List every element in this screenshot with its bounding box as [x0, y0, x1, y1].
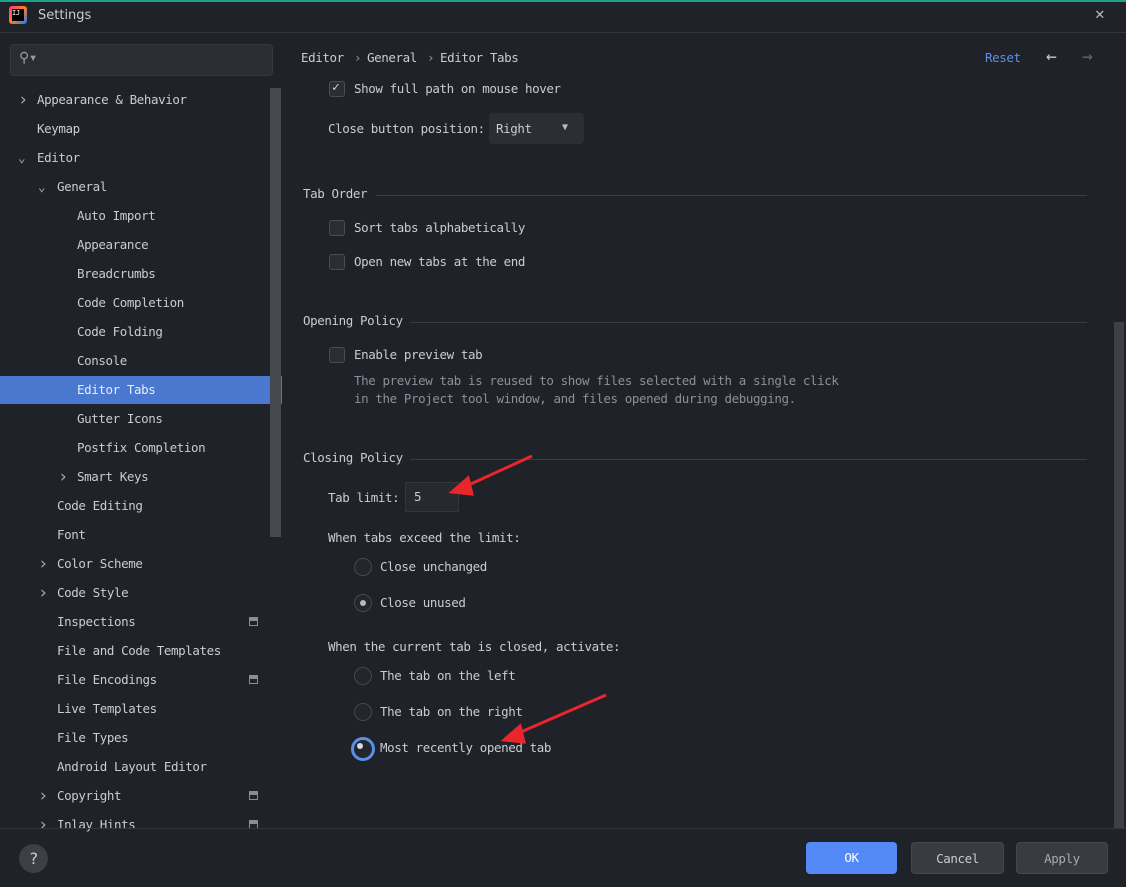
annotation-arrowhead	[500, 723, 526, 744]
cancel-button[interactable]: Cancel	[911, 842, 1004, 874]
annotation-arrow	[461, 454, 533, 490]
footer-divider	[0, 828, 1126, 829]
annotation-arrows	[448, 454, 607, 744]
apply-button[interactable]: Apply	[1016, 842, 1108, 874]
ok-button[interactable]: OK	[806, 842, 897, 874]
help-button[interactable]: ?	[19, 844, 48, 873]
content-scrollbar[interactable]	[1114, 322, 1124, 828]
annotation-arrowhead	[448, 475, 474, 496]
annotation-arrow	[513, 693, 607, 737]
